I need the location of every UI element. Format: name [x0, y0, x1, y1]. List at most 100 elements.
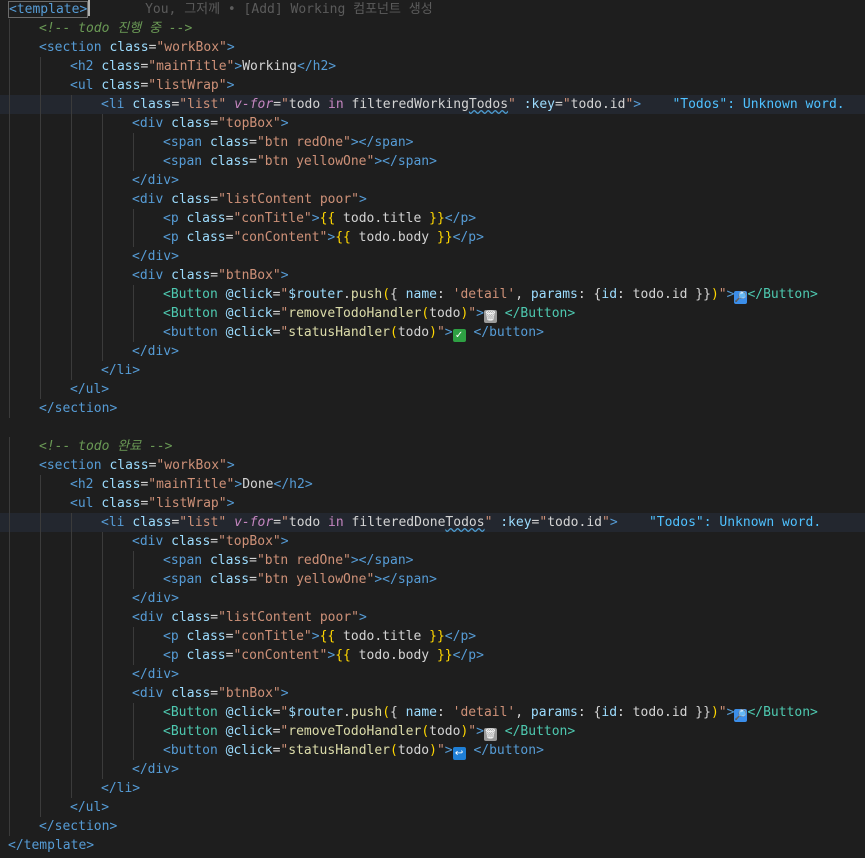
code-line[interactable]: <div class="listContent poor">: [0, 608, 865, 627]
code-editor[interactable]: <template> You, 그저께 • [Add] Working 컴포넌트…: [0, 0, 865, 858]
indent-guide: [102, 570, 103, 589]
indent-guide: [9, 665, 10, 684]
code-line[interactable]: <button @click="statusHandler(todo)"> ↩ <…: [0, 741, 865, 760]
indent-guide: [9, 190, 10, 209]
string-token: ": [718, 705, 727, 720]
code-line[interactable]: <h2 class="mainTitle">Working</h2>: [0, 57, 865, 76]
code-line[interactable]: <button @click="statusHandler(todo)"> ✓ <…: [0, 323, 865, 342]
indent-guide: [71, 551, 72, 570]
html-tag-token: </template>: [8, 838, 95, 853]
code-line[interactable]: </ul>: [0, 380, 865, 399]
text-token: =: [249, 154, 257, 169]
indent-guide: [71, 266, 72, 285]
code-line[interactable]: </li>: [0, 361, 865, 380]
code-line[interactable]: </ul>: [0, 798, 865, 817]
code-text: <section class="workBox">: [39, 456, 235, 475]
code-line[interactable]: </div>: [0, 760, 865, 779]
string-token: "btnBox": [218, 268, 281, 283]
code-line[interactable]: <ul class="listWrap">: [0, 76, 865, 95]
code-line[interactable]: </div>: [0, 342, 865, 361]
html-tag-token: </ul>: [70, 800, 110, 815]
brace-token: ): [710, 705, 719, 720]
indent-guide: [71, 779, 72, 798]
indent-guide: [9, 57, 10, 76]
attribute-token: @click: [225, 705, 273, 720]
code-line[interactable]: <template> You, 그저께 • [Add] Working 컴포넌트…: [0, 0, 865, 19]
code-line[interactable]: <div class="btnBox">: [0, 684, 865, 703]
code-line[interactable]: <span class="btn yellowOne"></span>: [0, 152, 865, 171]
html-tag-token: >: [311, 211, 320, 226]
code-line[interactable]: <Button @click="removeTodoHandler(todo)"…: [0, 304, 865, 323]
text-token: todo.id: [570, 97, 626, 112]
html-tag-token: <span: [163, 135, 203, 150]
code-line[interactable]: <div class="topBox">: [0, 114, 865, 133]
diagnostic-message: "Todos": Unknown word.: [672, 97, 845, 112]
attribute-token: @click: [225, 325, 273, 340]
code-line[interactable]: <p class="conTitle">{{ todo.title }}</p>: [0, 627, 865, 646]
html-tag-token: </button>: [473, 325, 544, 340]
attribute-token: class: [101, 78, 141, 93]
code-line[interactable]: </li>: [0, 779, 865, 798]
indent-guide: [102, 532, 103, 551]
code-line[interactable]: <li class="list" v-for="todo in filtered…: [0, 95, 865, 114]
code-line[interactable]: <Button @click="$router.push({ name: 'de…: [0, 703, 865, 722]
code-line[interactable]: </section>: [0, 399, 865, 418]
code-line[interactable]: </div>: [0, 665, 865, 684]
code-line[interactable]: <section class="workBox">: [0, 38, 865, 57]
code-line[interactable]: </div>: [0, 171, 865, 190]
code-line[interactable]: <p class="conContent">{{ todo.body }}</p…: [0, 228, 865, 247]
indent-guide: [133, 323, 134, 342]
code-line[interactable]: <!-- todo 진행 중 -->: [0, 19, 865, 38]
indent-guide: [133, 741, 134, 760]
code-line[interactable]: <p class="conTitle">{{ todo.title }}</p>: [0, 209, 865, 228]
code-text: <div class="btnBox">: [132, 266, 289, 285]
html-tag-token: >: [444, 743, 453, 758]
html-tag-token: >: [226, 458, 235, 473]
indent-guide: [71, 741, 72, 760]
html-tag-token: <h2: [70, 59, 94, 74]
code-text: <h2 class="mainTitle">Working</h2>: [70, 57, 336, 76]
code-line[interactable]: <p class="conContent">{{ todo.body }}</p…: [0, 646, 865, 665]
code-line[interactable]: <h2 class="mainTitle">Done</h2>: [0, 475, 865, 494]
code-line[interactable]: <Button @click="removeTodoHandler(todo)"…: [0, 722, 865, 741]
code-line[interactable]: <section class="workBox">: [0, 456, 865, 475]
indent-guide: [9, 228, 10, 247]
code-line[interactable]: <Button @click="$router.push({ name: 'de…: [0, 285, 865, 304]
code-line[interactable]: </div>: [0, 247, 865, 266]
indent-guide: [9, 437, 10, 456]
comment-token: <!-- todo 완료 -->: [39, 439, 173, 454]
code-line[interactable]: </div>: [0, 589, 865, 608]
code-line[interactable]: <span class="btn yellowOne"></span>: [0, 570, 865, 589]
code-text: <div class="listContent poor">: [132, 608, 367, 627]
code-line[interactable]: <!-- todo 완료 -->: [0, 437, 865, 456]
code-text: </template>: [8, 836, 94, 855]
string-token: ": [508, 97, 516, 112]
indent-guide: [9, 456, 10, 475]
string-token: ": [281, 97, 289, 112]
indent-guide: [102, 342, 103, 361]
code-line[interactable]: <div class="btnBox">: [0, 266, 865, 285]
code-text: </div>: [132, 760, 179, 779]
code-line[interactable]: <ul class="listWrap">: [0, 494, 865, 513]
code-line[interactable]: </template>: [0, 836, 865, 855]
html-tag-token: <p: [163, 211, 179, 226]
indent-guide: [71, 114, 72, 133]
indent-guide: [102, 285, 103, 304]
code-line[interactable]: <li class="list" v-for="todo in filtered…: [0, 513, 865, 532]
code-line[interactable]: <div class="topBox">: [0, 532, 865, 551]
code-line[interactable]: <div class="listContent poor">: [0, 190, 865, 209]
code-line[interactable]: [0, 418, 865, 437]
string-token: "btn yellowOne": [256, 572, 375, 587]
text-token: ,: [515, 287, 531, 302]
emoji-icon: ✓: [452, 329, 466, 342]
indent-guide: [40, 361, 41, 380]
code-line[interactable]: <span class="btn redOne"></span>: [0, 551, 865, 570]
text-token: =: [210, 116, 219, 131]
indent-guide: [9, 342, 10, 361]
code-line[interactable]: </section>: [0, 817, 865, 836]
function-token: statusHandler: [288, 325, 390, 340]
code-line[interactable]: <span class="btn redOne"></span>: [0, 133, 865, 152]
